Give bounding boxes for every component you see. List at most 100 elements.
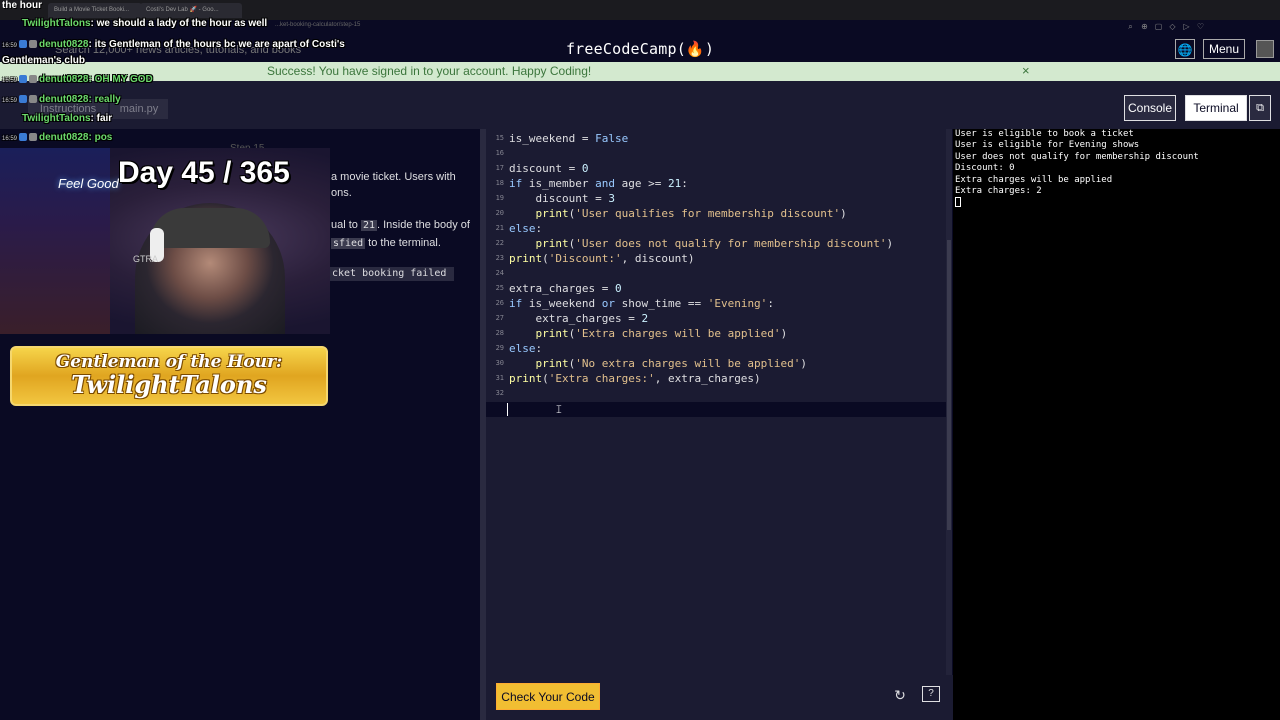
code-text[interactable]: is_weekend = False — [509, 131, 628, 146]
console-button[interactable]: Console — [1124, 95, 1176, 121]
code-text[interactable]: print('No extra charges will be applied'… — [509, 356, 808, 371]
code-line[interactable]: 24 — [486, 266, 950, 281]
reset-icon[interactable]: ↻ — [890, 685, 910, 705]
line-number: 19 — [495, 194, 504, 202]
code-text[interactable]: print('User does not qualify for members… — [509, 236, 894, 251]
code-line[interactable]: 21 else: — [486, 221, 950, 236]
chat-message: 16:59 denut0828: really — [2, 94, 121, 105]
instruction-text: a movie ticket. Users with — [331, 171, 456, 183]
line-number: 17 — [495, 164, 504, 172]
split-view-icon[interactable]: ⧉ — [1249, 95, 1271, 121]
code-line[interactable]: 18 if is_member and age >= 21: — [486, 176, 950, 191]
close-icon[interactable]: × — [1022, 63, 1030, 78]
line-number: 16 — [495, 149, 504, 157]
chat-message: Gentleman's club — [2, 55, 85, 66]
line-number: 29 — [495, 344, 504, 352]
code-line[interactable]: 23 print('Discount:', discount) — [486, 251, 950, 266]
gentleman-of-hour-banner: Gentleman of the Hour: TwilightTalons — [10, 346, 328, 406]
chat-timestamp: 16:59 — [2, 98, 18, 104]
code-line[interactable]: 19 discount = 3 — [486, 191, 950, 206]
instruction-fragment: ual to — [331, 219, 361, 231]
line-number: 18 — [495, 179, 504, 187]
code-line[interactable]: 31 print('Extra charges:', extra_charges) — [486, 371, 950, 386]
code-line[interactable]: 22 print('User does not qualify for memb… — [486, 236, 950, 251]
chat-message: 16:59 denut0828: its Gentleman of the hou… — [2, 39, 345, 50]
bookmark-icon[interactable]: ▢ — [1153, 22, 1164, 31]
chat-text: : its Gentleman of the hours bc we are a… — [88, 39, 345, 50]
line-number: 20 — [495, 209, 504, 217]
terminal-line: Extra charges: 2 — [955, 186, 1042, 196]
code-text[interactable]: print('User qualifies for membership dis… — [509, 206, 847, 221]
code-text[interactable]: extra_charges = 0 — [509, 281, 622, 296]
browser-tab[interactable]: Costi's Dev Lab 🚀 - Goo... — [140, 3, 242, 18]
code-line[interactable]: 28 print('Extra charges will be applied'… — [486, 326, 950, 341]
chat-message: 16:59 denut0828: pos — [2, 132, 112, 143]
code-line[interactable]: 27 extra_charges = 2 — [486, 311, 950, 326]
code-text[interactable]: discount = 3 — [509, 191, 614, 206]
code-text[interactable]: print('Extra charges will be applied') — [509, 326, 788, 341]
success-banner: Success! You have signed in to your acco… — [0, 62, 1280, 81]
code-text[interactable]: if is_member and age >= 21: — [509, 176, 688, 191]
line-number: 26 — [495, 299, 504, 307]
inline-code: sfied — [331, 238, 366, 249]
instruction-fragment: to the terminal. — [365, 237, 441, 249]
line-number: 30 — [495, 359, 504, 367]
code-line[interactable]: 32 — [486, 386, 950, 401]
chat-username: denut0828 — [39, 74, 89, 85]
chat-badge-icon — [29, 95, 38, 104]
instruction-fragment: . Inside the body of — [377, 219, 470, 231]
code-line[interactable]: 26 if is_weekend or show_time == 'Evening… — [486, 296, 950, 311]
chat-message: 16:59 denut0828: OH MY GOD — [2, 74, 153, 85]
chat-text: : fair — [90, 113, 113, 124]
heart-icon[interactable]: ♡ — [1195, 22, 1206, 31]
zoom-icon[interactable]: ⌕ — [1125, 22, 1136, 32]
browser-tab[interactable]: Build a Movie Ticket Booki... — [48, 3, 142, 18]
editor-scrollbar-thumb[interactable] — [947, 240, 951, 530]
extension-icon[interactable]: ◇ — [1167, 22, 1178, 31]
code-line[interactable]: 15 is_weekend = False — [486, 131, 950, 146]
line-number: 32 — [495, 389, 504, 397]
chat-badge-icon — [19, 40, 28, 49]
code-line[interactable]: 30 print('No extra charges will be appli… — [486, 356, 950, 371]
menu-button[interactable]: Menu — [1203, 39, 1245, 59]
help-icon[interactable]: ? — [922, 686, 940, 702]
terminal-line: Extra charges will be applied — [955, 174, 1113, 185]
chat-username: denut0828 — [39, 132, 89, 143]
code-text[interactable]: print('Extra charges:', extra_charges) — [509, 371, 761, 386]
gentleman-title: Gentleman of the Hour: — [55, 352, 283, 372]
chat-username: TwilightTalons — [22, 113, 91, 124]
url-fragment[interactable]: ...ket-booking-calculator/step-15 — [275, 22, 360, 28]
terminal-line: User does not qualify for membership dis… — [955, 151, 1199, 162]
chat-text: Gentleman's club — [2, 55, 85, 66]
avatar[interactable] — [1256, 40, 1274, 58]
language-globe-icon[interactable]: 🌐 — [1175, 39, 1195, 59]
instruction-text: ons. — [331, 187, 352, 199]
day-counter: Day 45 / 365 — [118, 156, 290, 189]
play-icon[interactable]: ▷ — [1181, 22, 1192, 31]
terminal-output[interactable]: User is eligible to book a ticket User is… — [953, 129, 1280, 720]
code-line[interactable]: 25 extra_charges = 0 — [486, 281, 950, 296]
code-line[interactable]: 20 print('User qualifies for membership … — [486, 206, 950, 221]
chat-badge-icon — [19, 95, 28, 104]
chat-badge-icon — [29, 75, 38, 84]
chat-timestamp: 16:59 — [2, 43, 18, 49]
code-text[interactable]: print('Discount:', discount) — [509, 251, 694, 266]
chat-message: TwilightTalons: we should a lady of the … — [22, 18, 267, 29]
line-number: 23 — [495, 254, 504, 262]
code-text[interactable]: else: — [509, 221, 542, 236]
neon-sign: Feel Good — [58, 176, 119, 191]
save-icon[interactable]: ⊕ — [1139, 22, 1150, 31]
code-line[interactable]: 16 — [486, 146, 950, 161]
terminal-button[interactable]: Terminal — [1185, 95, 1247, 121]
code-text[interactable]: discount = 0 — [509, 161, 588, 176]
code-line[interactable]: 17 discount = 0 — [486, 161, 950, 176]
code-text[interactable]: extra_charges = 2 — [509, 311, 648, 326]
chat-badge-icon — [29, 133, 38, 142]
terminal-line: User is eligible to book a ticket — [955, 129, 1134, 139]
code-text[interactable]: if is_weekend or show_time == 'Evening': — [509, 296, 774, 311]
chat-username: TwilightTalons — [22, 18, 91, 29]
mouse-ibeam-icon: 𝙸 — [555, 404, 563, 416]
code-line[interactable]: 29 else: — [486, 341, 950, 356]
check-your-code-button[interactable]: Check Your Code — [496, 683, 600, 710]
code-text[interactable]: else: — [509, 341, 542, 356]
